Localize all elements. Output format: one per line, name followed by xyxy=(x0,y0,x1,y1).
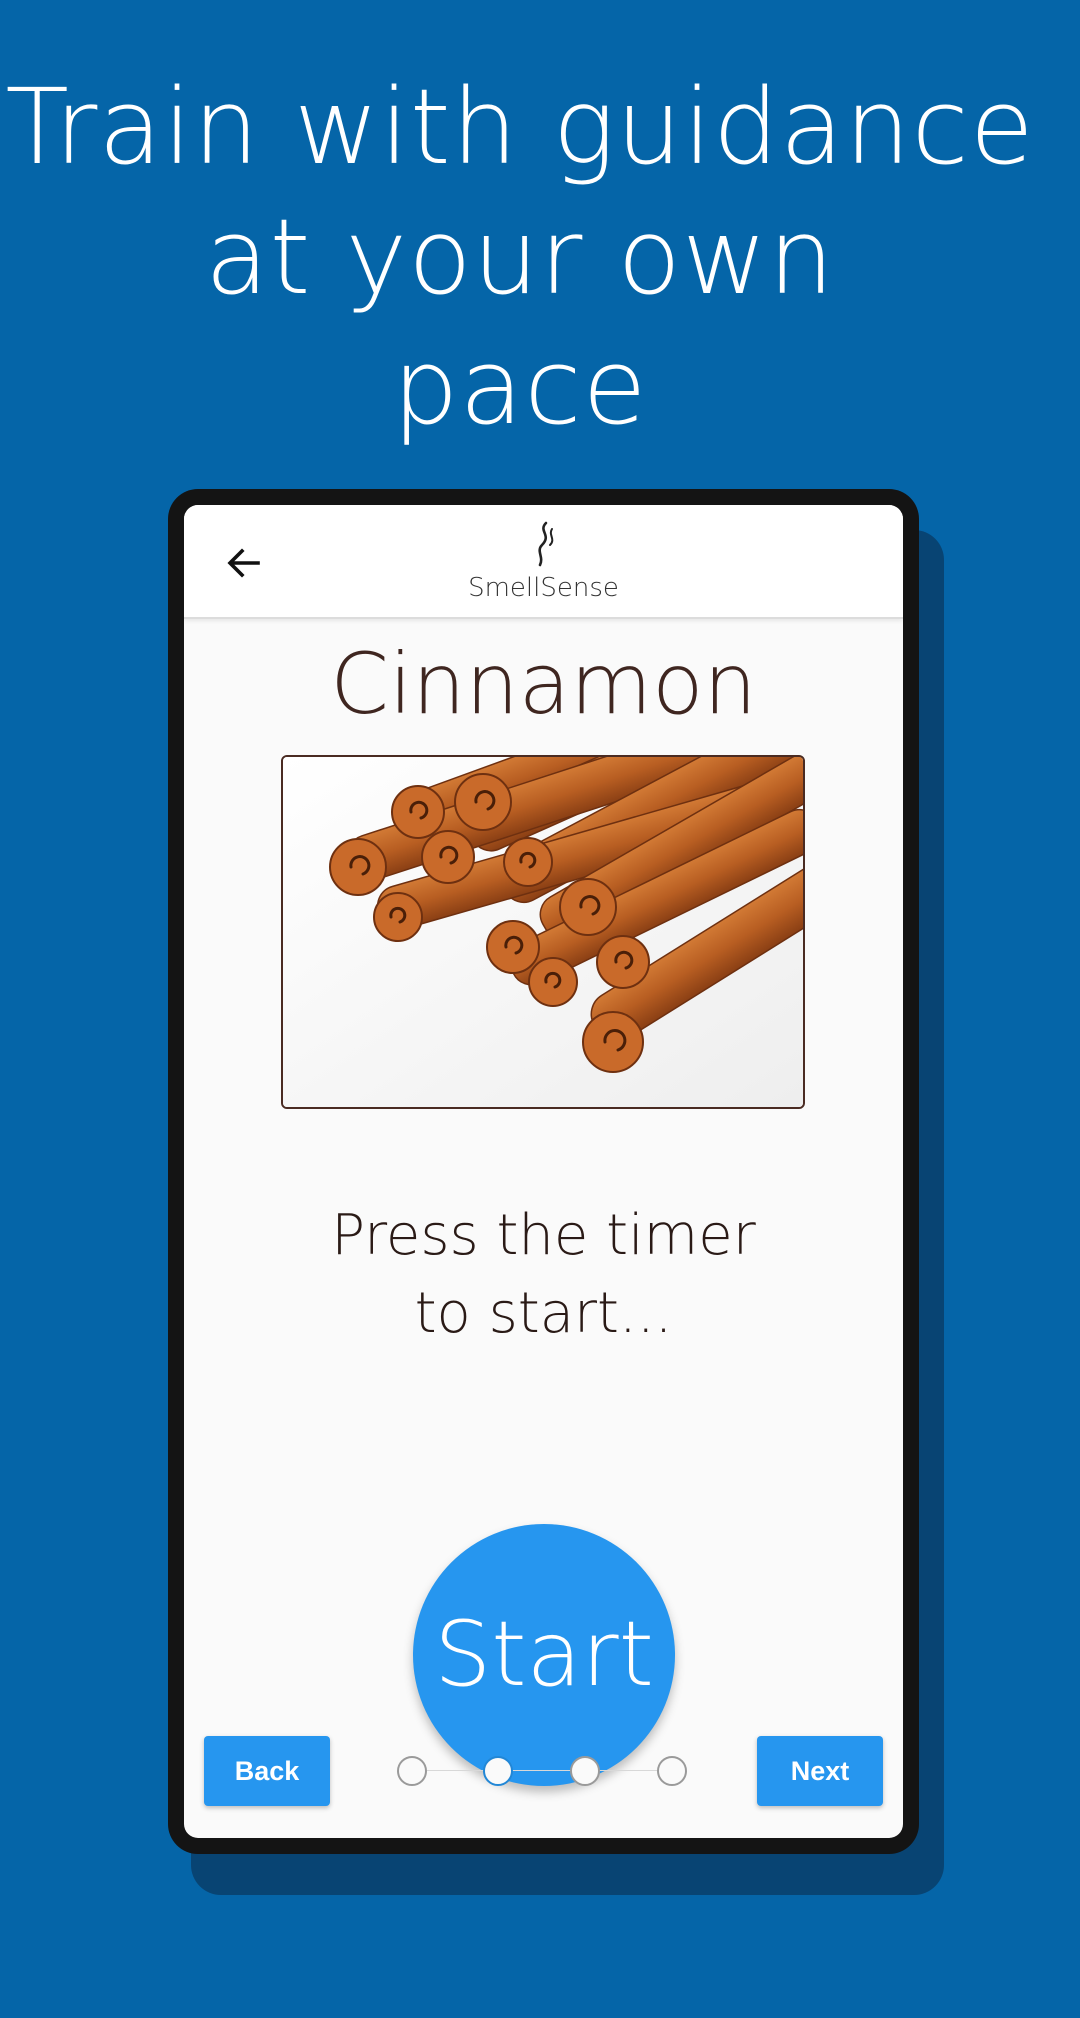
scent-wisp-icon xyxy=(530,521,560,569)
step-dot-2-active[interactable] xyxy=(483,1756,513,1786)
step-dot-1[interactable] xyxy=(397,1756,427,1786)
step-indicator xyxy=(397,1756,691,1786)
step-dot-4[interactable] xyxy=(657,1756,687,1786)
headline-line-3: pace xyxy=(392,326,648,448)
start-timer-button[interactable]: Start xyxy=(413,1524,675,1786)
cinnamon-sticks-image xyxy=(283,757,803,1107)
back-button[interactable]: Back xyxy=(204,1736,330,1806)
app-brand: SmellSense xyxy=(468,573,619,603)
step-connector-line xyxy=(412,1770,676,1771)
step-dot-3[interactable] xyxy=(570,1756,600,1786)
next-button[interactable]: Next xyxy=(757,1736,883,1806)
promo-headline: Train with guidance at your own pace xyxy=(0,62,1040,452)
instruction-line-1: Press the timer xyxy=(331,1203,756,1268)
headline-line-1: Train with guidance xyxy=(5,66,1035,188)
instruction-line-2: to start... xyxy=(414,1281,673,1346)
tablet-frame: SmellSense Cinnamon Press the timer to s… xyxy=(168,489,919,1854)
timer-instruction: Press the timer to start... xyxy=(184,1197,903,1353)
promo-page: Train with guidance at your own pace Sme… xyxy=(0,0,1080,2018)
scent-image xyxy=(281,755,805,1109)
scent-title: Cinnamon xyxy=(330,635,757,733)
app-screen: SmellSense Cinnamon Press the timer to s… xyxy=(184,505,903,1838)
app-bar: SmellSense xyxy=(184,505,903,619)
headline-line-2: at your own xyxy=(204,196,836,318)
